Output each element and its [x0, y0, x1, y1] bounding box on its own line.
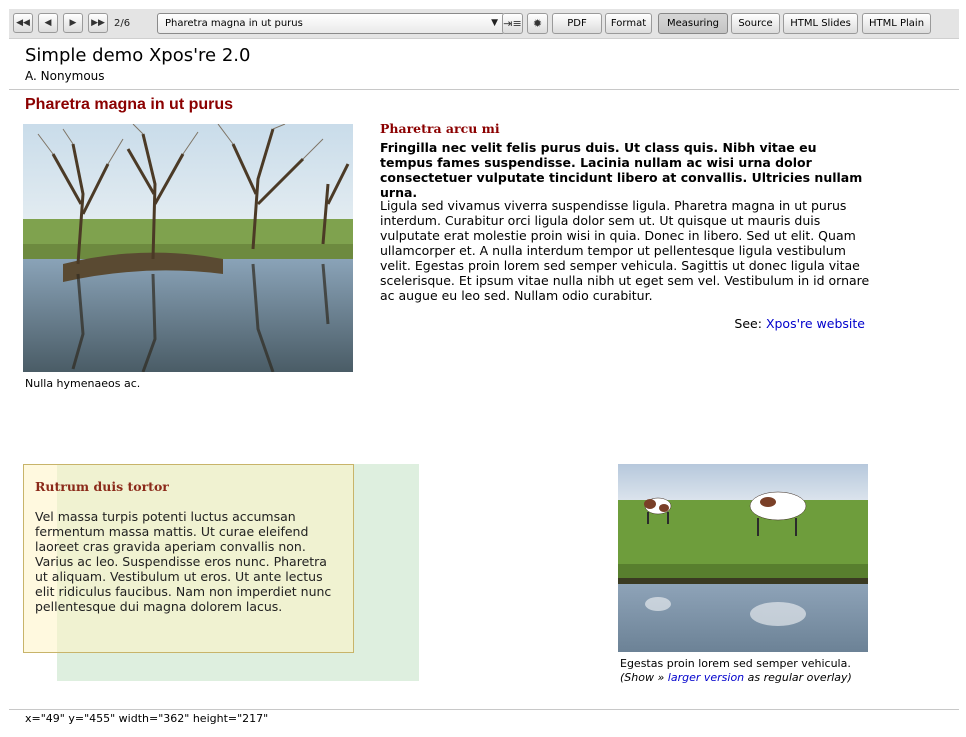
slide-select-value: Pharetra magna in ut purus [165, 18, 303, 29]
html-slides-button[interactable]: HTML Slides [783, 13, 858, 34]
body-paragraph: Ligula sed vivamus viverra suspendisse l… [380, 198, 870, 303]
footer-divider [9, 709, 959, 710]
section-heading: Pharetra arcu mi [380, 121, 500, 136]
previous-slide-icon: ◀ [44, 18, 52, 28]
cows-photo[interactable] [618, 464, 868, 652]
lead-paragraph: Fringilla nec velit felis purus duis. Ut… [380, 140, 863, 200]
gear-icon: ✹ [532, 17, 543, 30]
box-text: Vel massa turpis potenti luctus accumsan… [35, 509, 332, 614]
slide-counter: 2/6 [114, 18, 131, 29]
xposre-website-link[interactable]: Xpos're website [766, 316, 865, 331]
photo2-caption: Egestas proin lorem sed semper vehicula.… [620, 657, 852, 685]
see-label: See: [734, 316, 762, 331]
format-button[interactable]: Format [605, 13, 652, 34]
next-slide-button[interactable]: ▶ [63, 13, 83, 33]
cows-illustration [618, 464, 868, 652]
presentation-page: ◀◀ ◀ ▶ ▶▶ 2/6 Pharetra magna in ut purus… [0, 0, 966, 737]
slide-title: Pharetra magna in ut purus [25, 96, 234, 113]
see-also: See: Xpos're website [380, 316, 865, 331]
pdf-button[interactable]: PDF [552, 13, 602, 34]
slide-select[interactable]: Pharetra magna in ut purus ▼ [157, 13, 505, 34]
last-slide-button[interactable]: ▶▶ [88, 13, 108, 33]
measuring-button[interactable]: Measuring [658, 13, 728, 34]
next-slide-icon: ▶ [69, 18, 77, 28]
photo2-caption-text: Egestas proin lorem sed semper vehicula. [620, 657, 851, 670]
document-title: Simple demo Xpos're 2.0 [25, 45, 251, 66]
toolbar: ◀◀ ◀ ▶ ▶▶ 2/6 Pharetra magna in ut purus… [9, 9, 959, 39]
first-slide-button[interactable]: ◀◀ [13, 13, 33, 33]
document-author: A. Nonymous [25, 69, 105, 83]
photo2-note-open: (Show » [620, 671, 665, 684]
trees-water-illustration [23, 124, 353, 372]
last-slide-icon: ▶▶ [91, 18, 105, 28]
photo2-note-close: as regular overlay) [747, 671, 852, 684]
outline-toggle-icon: ⇥≡ [503, 17, 522, 30]
settings-button[interactable]: ✹ [527, 13, 548, 34]
previous-slide-button[interactable]: ◀ [38, 13, 58, 33]
photo2-note: (Show » larger version as regular overla… [620, 671, 852, 685]
box-heading: Rutrum duis tortor [35, 479, 169, 494]
measurement-status: x="49" y="455" width="362" height="217" [25, 712, 269, 725]
outline-toggle-button[interactable]: ⇥≡ [502, 13, 523, 34]
header-divider [9, 89, 959, 90]
html-plain-button[interactable]: HTML Plain [862, 13, 931, 34]
larger-version-link[interactable]: larger version [668, 671, 744, 684]
trees-water-photo [23, 124, 353, 372]
first-slide-icon: ◀◀ [16, 18, 30, 28]
photo1-caption: Nulla hymenaeos ac. [25, 377, 141, 390]
chevron-down-icon: ▼ [491, 18, 498, 28]
source-button[interactable]: Source [731, 13, 780, 34]
